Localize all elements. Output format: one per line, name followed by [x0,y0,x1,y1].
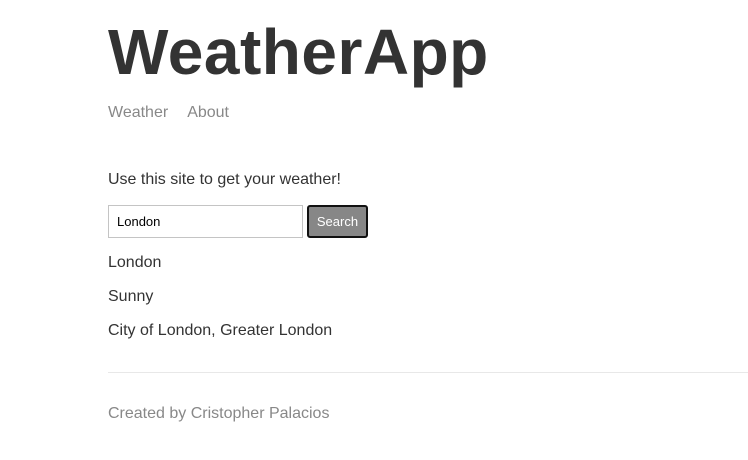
search-form: Search [108,205,368,238]
footer-credit: Created by Cristopher Palacios [108,405,330,422]
result-city: London [108,254,162,271]
nav-link-weather[interactable]: Weather [108,104,168,122]
page: WeatherApp Weather About Use this site t… [0,0,748,460]
result-condition: Sunny [108,288,154,305]
nav-link-about[interactable]: About [187,104,229,122]
main-nav: Weather About [108,104,229,122]
search-button[interactable]: Search [307,205,368,238]
app-title: WeatherApp [108,16,489,88]
result-region: City of London, Greater London [108,322,333,339]
intro-text: Use this site to get your weather! [108,171,341,188]
footer-divider [108,372,748,373]
search-input[interactable] [108,205,303,238]
